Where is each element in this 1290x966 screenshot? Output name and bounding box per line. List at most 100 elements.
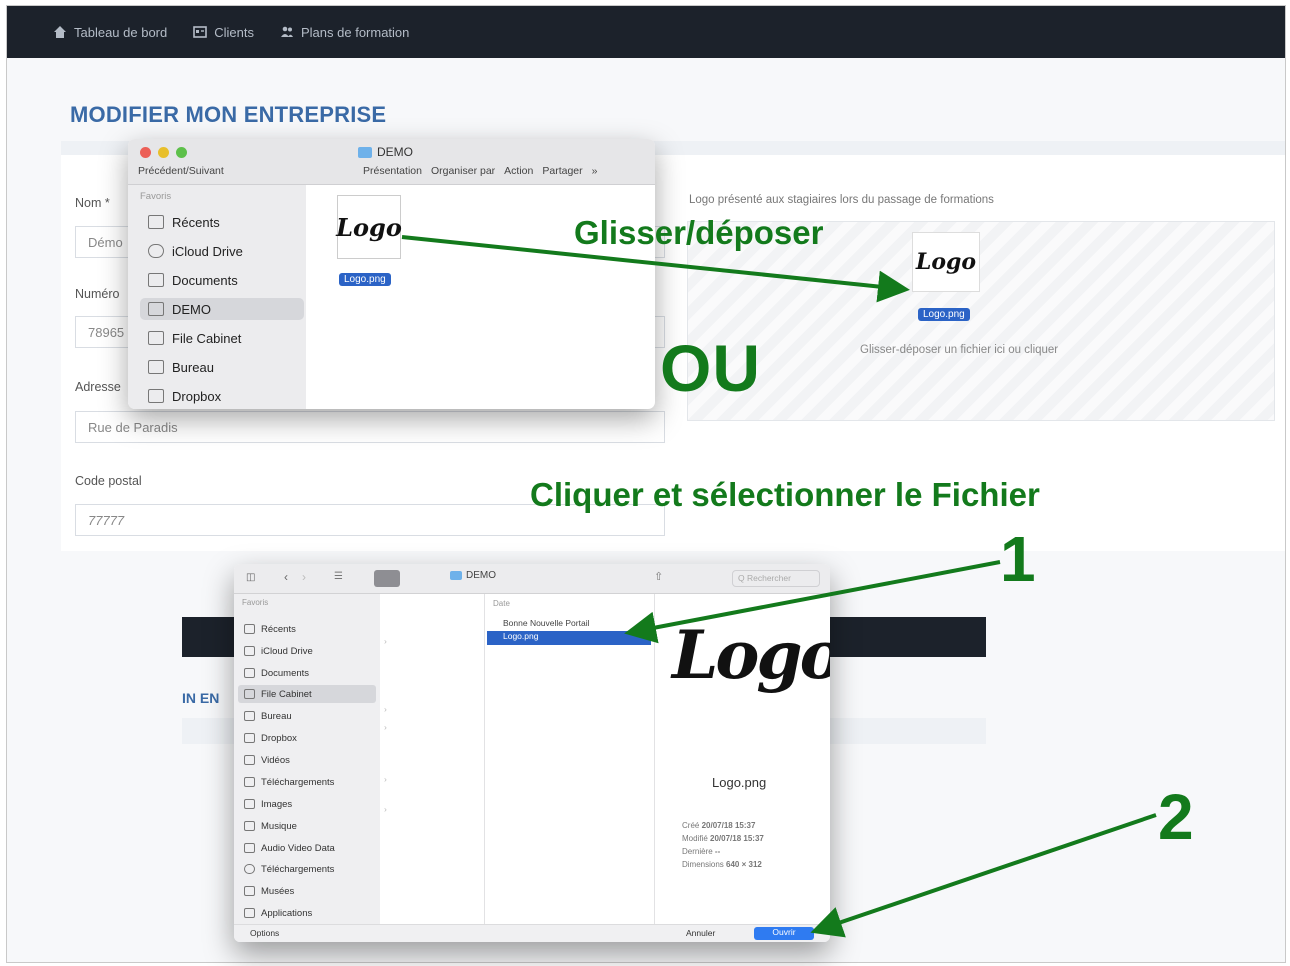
nav-dashboard-label: Tableau de bord	[74, 24, 168, 40]
sidebar-item-recents[interactable]: Récents	[148, 211, 304, 233]
dialog-sidebar-label: Documents	[261, 667, 310, 679]
dialog-sidebar-item[interactable]: Applications	[244, 904, 312, 922]
clock-icon	[244, 624, 255, 634]
drag-drop-annotation: Glisser/déposer	[574, 214, 824, 251]
nav-dashboard[interactable]: Tableau de bord	[53, 25, 167, 40]
step-1-annotation: 1	[1000, 523, 1036, 595]
dialog-sidebar-item[interactable]: Vidéos	[244, 751, 290, 769]
home-icon	[54, 26, 66, 38]
step-2-annotation: 2	[1158, 781, 1194, 853]
dialog-sidebar-item[interactable]: Documents	[244, 664, 309, 682]
dialog-sidebar-item-selected[interactable]: File Cabinet	[238, 685, 376, 703]
logo-file-icon[interactable]: Logo	[336, 195, 402, 259]
column-header: Date	[493, 599, 510, 608]
column-row[interactable]: ›	[384, 722, 480, 736]
download-icon	[244, 864, 255, 874]
sidebar-toggle-icon[interactable]: ◫	[246, 572, 255, 583]
meta-value: --	[714, 847, 721, 856]
dialog-sidebar-label: Récents	[261, 623, 296, 635]
forward-icon[interactable]: ›	[302, 570, 306, 584]
sidebar-item-file-cabinet[interactable]: File Cabinet	[148, 327, 304, 349]
cancel-button[interactable]: Annuler	[686, 928, 715, 938]
sidebar-item-documents[interactable]: Documents	[148, 269, 304, 291]
nav-training-plans[interactable]: Plans de formation	[280, 25, 409, 40]
dialog-sidebar-item[interactable]: Images	[244, 795, 292, 813]
meta-key: Dimensions	[682, 860, 724, 869]
column-row[interactable]: ›	[384, 636, 480, 650]
column-row[interactable]: ›	[384, 804, 480, 818]
apps-icon	[244, 908, 255, 918]
dialog-sidebar-item[interactable]: Dropbox	[244, 729, 297, 747]
file-row-selected[interactable]: Logo.png	[487, 631, 651, 645]
nav-clients[interactable]: Clients	[193, 25, 254, 40]
minimize-window-button[interactable]	[158, 147, 169, 158]
sidebar-item-label: iCloud Drive	[172, 243, 243, 259]
dialog-sidebar-item[interactable]: Musique	[244, 817, 297, 835]
open-file-dialog: ◫ ‹ › ☰ DEMO ⇧ Q Rechercher Favoris Réce…	[234, 564, 830, 942]
back-forward-label[interactable]: Précédent/Suivant	[138, 165, 224, 177]
zoom-window-button[interactable]	[176, 147, 187, 158]
action-button[interactable]: Action	[504, 165, 533, 177]
number-label: Numéro	[75, 287, 120, 301]
dialog-sidebar-item[interactable]: Téléchargements	[244, 773, 334, 791]
dialog-sidebar-item[interactable]: Musées	[244, 882, 294, 900]
document-icon	[148, 273, 164, 287]
download-icon	[244, 777, 255, 787]
dialog-sidebar-item[interactable]: Téléchargements	[244, 860, 334, 878]
back-icon[interactable]: ‹	[284, 570, 288, 584]
dialog-sidebar-label: File Cabinet	[261, 688, 312, 700]
id-card-icon	[193, 26, 208, 38]
dialog-sidebar-label: Téléchargements	[261, 863, 335, 875]
dialog-sidebar: Favoris Récents iCloud Drive Documents F…	[234, 594, 380, 924]
sidebar-item-icloud[interactable]: iCloud Drive	[148, 240, 304, 262]
dialog-sidebar-label: Audio Video Data	[261, 842, 335, 854]
sort-button[interactable]: Organiser par	[431, 165, 495, 177]
column-view-button[interactable]	[374, 570, 400, 587]
meta-key: Dernière	[682, 847, 713, 856]
sidebar-item-label: File Cabinet	[172, 330, 242, 346]
finder-title: DEMO	[358, 145, 413, 159]
folder-icon	[450, 571, 462, 580]
search-field[interactable]: Q Rechercher	[732, 570, 820, 587]
file-row[interactable]: Bonne Nouvelle Portail	[503, 618, 589, 632]
dialog-sidebar-item[interactable]: Bureau	[244, 707, 292, 725]
sidebar-item-dropbox[interactable]: Dropbox	[148, 385, 304, 407]
address-label: Adresse	[75, 380, 121, 394]
finder-file-tag[interactable]: Logo.png	[339, 273, 391, 286]
more-icon[interactable]: »	[592, 165, 598, 177]
dropzone-text: Glisser-déposer un fichier ici ou clique…	[860, 344, 1059, 356]
list-view-icon[interactable]: ☰	[334, 571, 343, 582]
sidebar-item-desktop[interactable]: Bureau	[148, 356, 304, 378]
folder-icon	[244, 689, 255, 699]
dialog-column-2: › › › › ›	[380, 594, 485, 924]
view-button[interactable]: Présentation	[363, 165, 422, 177]
open-button[interactable]: Ouvrir	[754, 927, 814, 940]
click-select-annotation: Cliquer et sélectionner le Fichier	[530, 476, 1040, 513]
sidebar-item-label: Dropbox	[172, 388, 222, 404]
dialog-sidebar-item[interactable]: Récents	[244, 620, 296, 638]
dialog-sidebar-label: Musique	[261, 820, 297, 832]
dialog-sidebar-item[interactable]: iCloud Drive	[244, 642, 313, 660]
finder-toolbar-buttons: Présentation Organiser par Action Partag…	[363, 165, 597, 177]
share-icon[interactable]: ⇧	[654, 570, 663, 583]
folder-icon	[358, 146, 372, 158]
background-page-title: IN EN	[182, 690, 220, 706]
name-label: Nom *	[75, 196, 110, 210]
options-button[interactable]: Options	[250, 928, 279, 938]
meta-key: Créé	[682, 821, 700, 830]
column-row[interactable]: ›	[384, 774, 480, 788]
location-popup-label: DEMO	[466, 570, 496, 581]
dialog-sidebar-label: Dropbox	[261, 732, 297, 744]
dialog-sidebar-label: Bureau	[261, 710, 292, 722]
sidebar-item-demo[interactable]: DEMO	[140, 298, 304, 320]
sidebar-item-label: DEMO	[172, 301, 211, 317]
music-icon	[244, 821, 255, 831]
column-row[interactable]: ›	[384, 704, 480, 718]
address-field[interactable]: Rue de Paradis	[75, 411, 665, 443]
close-window-button[interactable]	[140, 147, 151, 158]
dropbox-icon	[148, 389, 164, 403]
location-popup[interactable]: DEMO	[450, 570, 496, 581]
dialog-sidebar-item[interactable]: Audio Video Data	[244, 839, 335, 857]
share-button[interactable]: Partager	[542, 165, 582, 177]
dialog-column-3: Date Bonne Nouvelle Portail Logo.png	[485, 594, 655, 924]
